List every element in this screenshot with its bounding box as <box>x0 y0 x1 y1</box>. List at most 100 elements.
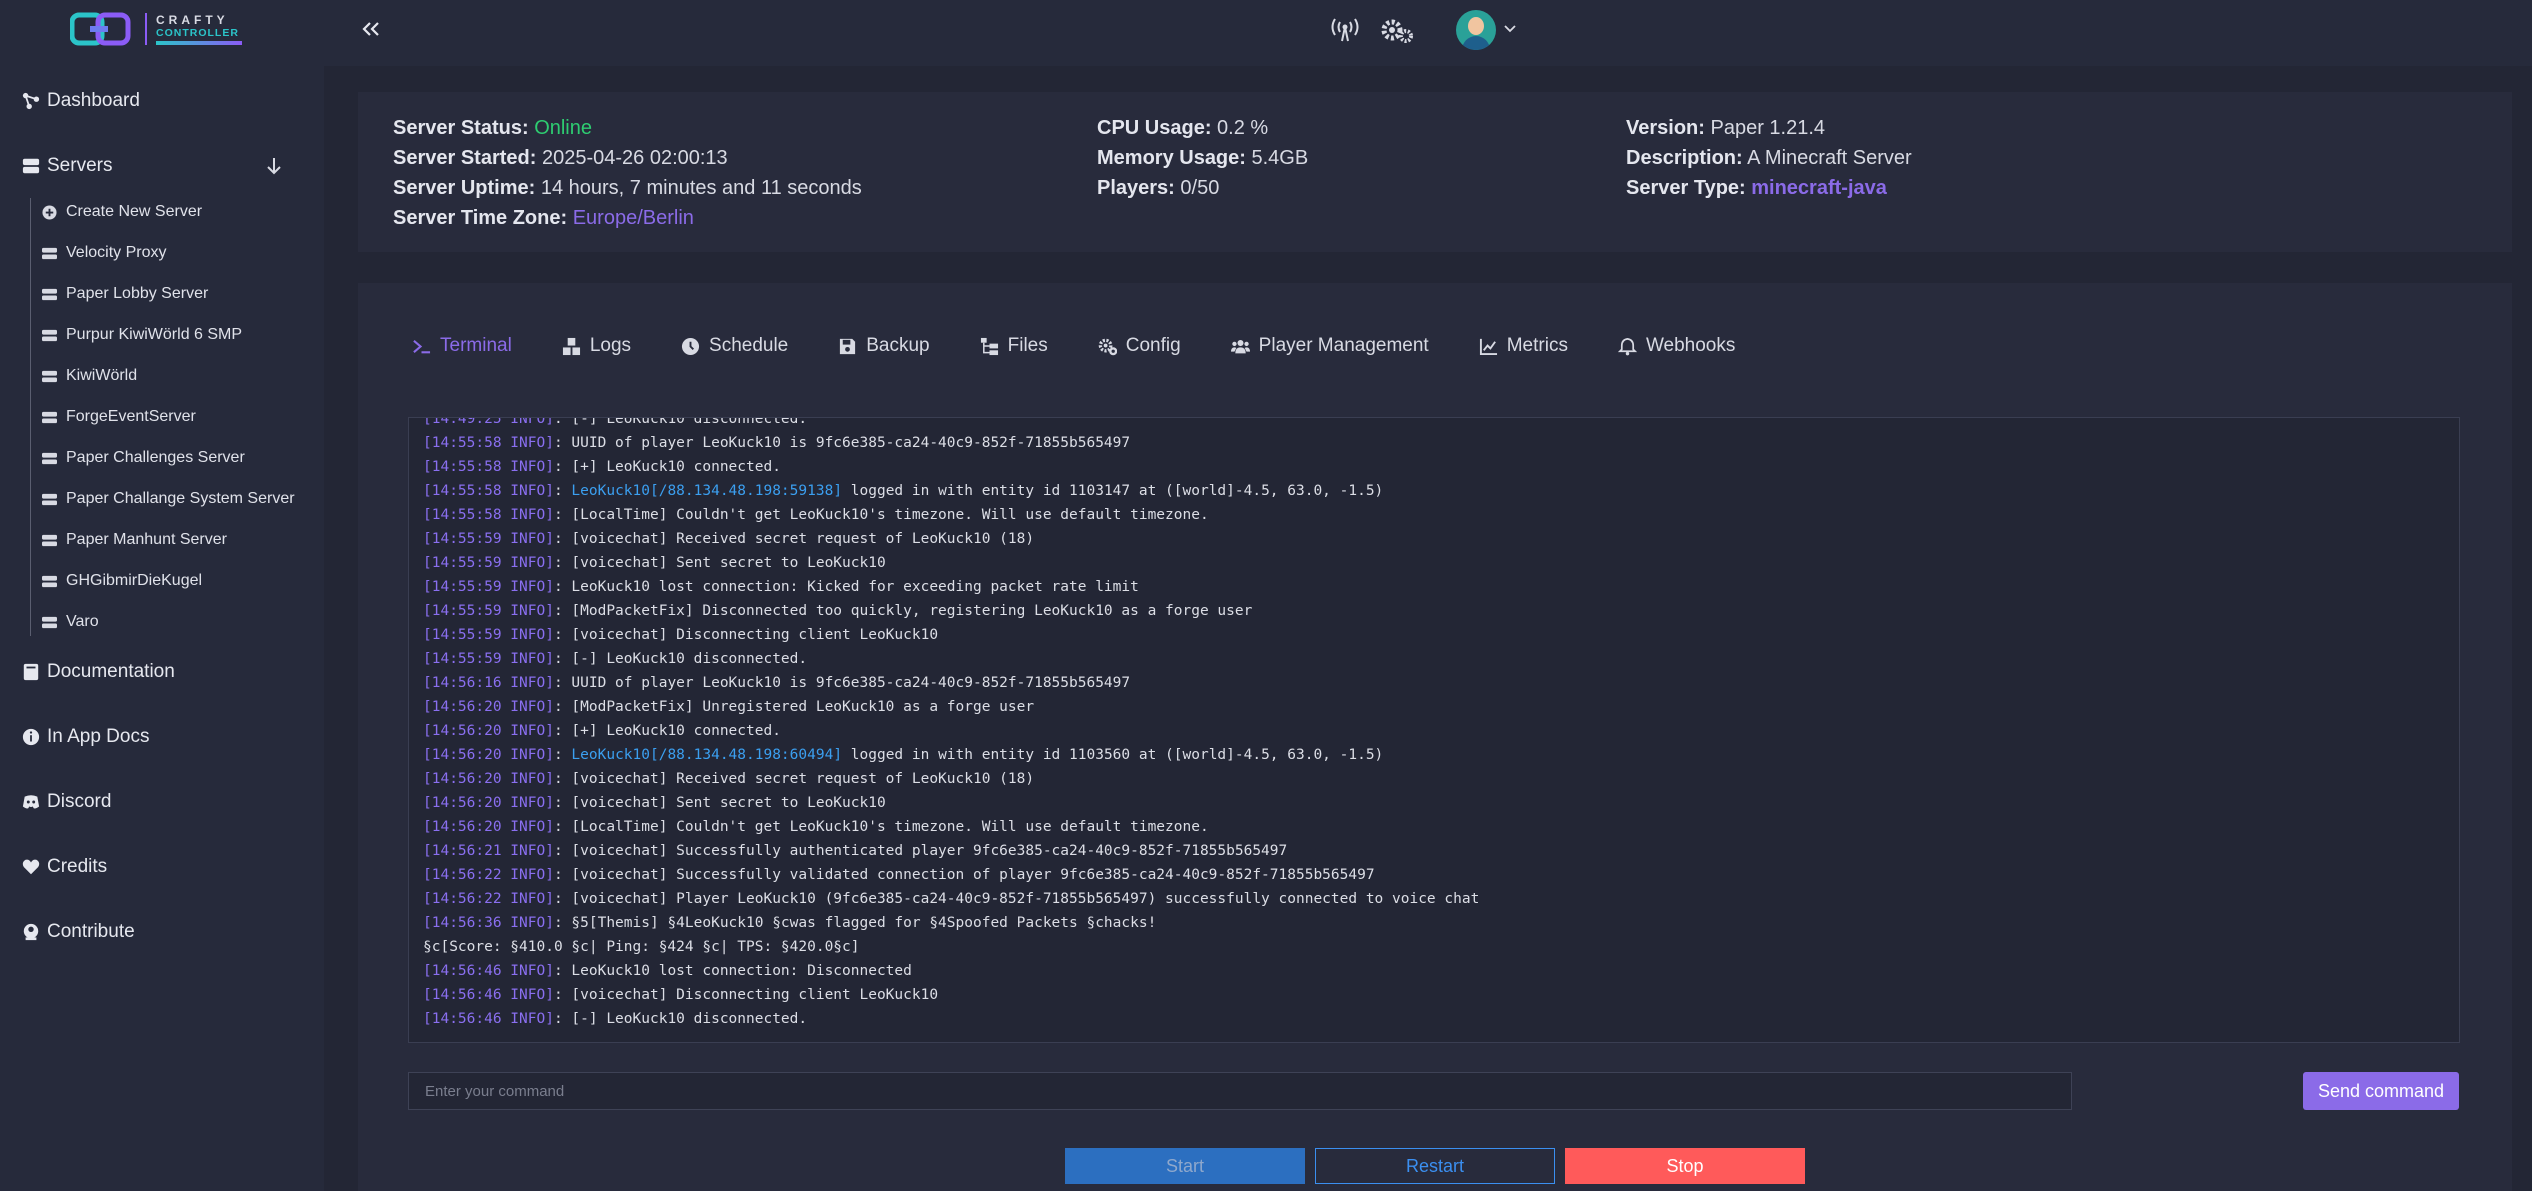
server-item[interactable]: Purpur KiwiWörld 6 SMP <box>42 326 242 344</box>
log-timestamp: [14:49:25 INFO] <box>423 417 554 427</box>
server-item[interactable]: Paper Challenges Server <box>42 449 245 467</box>
nav-in-app-docs-label: In App Docs <box>47 726 150 747</box>
gears-icon[interactable] <box>1380 16 1414 44</box>
server-item[interactable]: Paper Challange System Server <box>42 490 295 508</box>
collapse-sidebar-icon[interactable] <box>362 21 380 37</box>
nav-documentation[interactable]: Documentation <box>22 661 175 683</box>
users-icon <box>1230 339 1250 353</box>
terminal-line: [14:55:59 INFO]: [voicechat] Received se… <box>423 531 1034 547</box>
dashboard-icon <box>22 92 40 110</box>
tab-terminal[interactable]: Terminal <box>412 335 512 357</box>
terminal-line: [14:56:22 INFO]: [voicechat] Player LeoK… <box>423 891 1479 907</box>
nav-contribute[interactable]: Contribute <box>22 921 135 943</box>
terminal-line: [14:55:59 INFO]: [voicechat] Disconnecti… <box>423 627 938 643</box>
tab-schedule[interactable]: Schedule <box>681 335 788 357</box>
command-input[interactable] <box>408 1072 2072 1110</box>
server-icon <box>42 411 57 423</box>
tab-logs[interactable]: Logs <box>562 335 631 357</box>
terminal-line: [14:55:59 INFO]: [-] LeoKuck10 disconnec… <box>423 651 807 667</box>
log-message: : §5[Themis] §4LeoKuck10 §cwas flagged f… <box>553 915 1157 931</box>
server-uptime-value: 14 hours, 7 minutes and 11 seconds <box>540 177 862 199</box>
folder-tree-icon <box>980 337 998 355</box>
terminal-line: [14:56:20 INFO]: [LocalTime] Couldn't ge… <box>423 819 1209 835</box>
log-message: : [-] LeoKuck10 disconnected. <box>553 1011 808 1027</box>
player-address-link[interactable]: LeoKuck10[/88.134.48.198:59138] <box>571 483 842 499</box>
server-timezone-label: Server Time Zone: <box>393 207 568 229</box>
server-item[interactable]: Paper Manhunt Server <box>42 531 227 549</box>
log-timestamp: [14:56:46 INFO] <box>423 987 554 1003</box>
log-message: : [-] LeoKuck10 disconnected. <box>553 417 808 427</box>
nav-credits-label: Credits <box>47 856 108 877</box>
tab-player-management[interactable]: Player Management <box>1230 335 1429 357</box>
server-item[interactable]: Velocity Proxy <box>42 244 166 262</box>
nav-credits[interactable]: Credits <box>22 856 107 878</box>
server-icon <box>42 329 57 341</box>
nav-discord[interactable]: Discord <box>22 791 111 813</box>
server-item-label: Paper Challange System Server <box>66 490 295 507</box>
log-timestamp: [14:55:58 INFO] <box>423 435 554 451</box>
stop-button[interactable]: Stop <box>1565 1148 1805 1184</box>
log-timestamp: [14:56:46 INFO] <box>423 963 554 979</box>
nav-dashboard[interactable]: Dashboard <box>22 90 140 112</box>
tab-label: Metrics <box>1506 335 1568 356</box>
server-icon <box>42 288 57 300</box>
restart-button[interactable]: Restart <box>1315 1148 1555 1184</box>
topbar <box>324 0 2532 66</box>
server-item-create[interactable]: Create New Server <box>42 203 202 221</box>
tab-webhooks[interactable]: Webhooks <box>1617 335 1735 357</box>
player-address-link[interactable]: LeoKuck10[/88.134.48.198:60494] <box>571 747 842 763</box>
terminal-output[interactable]: [14:49:25 INFO]: [-] LeoKuck10 disconnec… <box>408 417 2460 1043</box>
terminal-line: [14:55:59 INFO]: [voicechat] Sent secret… <box>423 555 886 571</box>
send-command-button[interactable]: Send command <box>2303 1072 2459 1110</box>
server-item[interactable]: Paper Lobby Server <box>42 285 208 303</box>
log-timestamp: [14:56:20 INFO] <box>423 747 554 763</box>
tab-backup[interactable]: Backup <box>838 335 930 357</box>
log-timestamp: [14:55:58 INFO] <box>423 483 554 499</box>
tab-metrics[interactable]: Metrics <box>1479 335 1568 357</box>
avatar[interactable] <box>1456 10 1496 50</box>
tab-config[interactable]: Config <box>1098 335 1181 357</box>
server-item[interactable]: GHGibmirDieKugel <box>42 572 202 590</box>
cogs-icon <box>1098 338 1117 355</box>
server-item[interactable]: Varo <box>42 613 99 631</box>
log-message: : [-] LeoKuck10 disconnected. <box>553 651 808 667</box>
log-message: : [voicechat] Successfully authenticated… <box>553 843 1288 859</box>
server-icon <box>42 575 57 587</box>
server-started-value: 2025-04-26 02:00:13 <box>541 147 728 169</box>
version-value: Paper 1.21.4 <box>1710 117 1826 139</box>
log-message: logged in with entity id 1103147 at ([wo… <box>842 483 1384 499</box>
arrow-down-icon[interactable] <box>266 157 282 175</box>
terminal-line: §c[Score: §410.0 §c| Ping: §424 §c| TPS:… <box>423 939 860 955</box>
nav-servers[interactable]: Servers <box>22 155 112 177</box>
tab-files[interactable]: Files <box>980 335 1048 357</box>
start-button[interactable]: Start <box>1065 1148 1305 1184</box>
tab-label: Schedule <box>709 335 789 356</box>
server-item-label: Create New Server <box>66 203 203 220</box>
log-separator: : <box>553 483 572 499</box>
server-item[interactable]: ForgeEventServer <box>42 408 196 426</box>
tab-label: Player Management <box>1258 335 1429 356</box>
crafty-logo[interactable]: CRAFTY CONTROLLER <box>69 9 245 49</box>
server-icon <box>42 370 57 382</box>
server-status-value: Online <box>534 117 592 139</box>
log-message: : [+] LeoKuck10 connected. <box>553 723 781 739</box>
chevron-down-icon[interactable] <box>1504 25 1516 33</box>
boxes-icon <box>562 337 580 355</box>
description-value: A Minecraft Server <box>1747 147 1912 169</box>
log-message: : [voicechat] Disconnecting client LeoKu… <box>553 987 939 1003</box>
log-timestamp: [14:55:58 INFO] <box>423 459 554 475</box>
broadcast-tower-icon[interactable] <box>1330 16 1360 42</box>
description-row: Description: A Minecraft Server <box>1626 143 1912 173</box>
terminal-line: [14:56:20 INFO]: [ModPacketFix] Unregist… <box>423 699 1034 715</box>
log-message: : LeoKuck10 lost connection: Kicked for … <box>553 579 1139 595</box>
heart-icon <box>22 859 40 875</box>
server-item-label: Paper Lobby Server <box>66 285 209 302</box>
terminal-line: [14:55:58 INFO]: UUID of player LeoKuck1… <box>423 435 1130 451</box>
server-item[interactable]: KiwiWörld <box>42 367 137 385</box>
terminal-line: [14:55:58 INFO]: [LocalTime] Couldn't ge… <box>423 507 1209 523</box>
log-message: : [voicechat] Received secret request of… <box>553 771 1035 787</box>
nav-contribute-label: Contribute <box>47 921 135 942</box>
server-icon <box>42 616 57 628</box>
nav-in-app-docs[interactable]: In App Docs <box>22 726 149 748</box>
log-timestamp: [14:56:21 INFO] <box>423 843 554 859</box>
